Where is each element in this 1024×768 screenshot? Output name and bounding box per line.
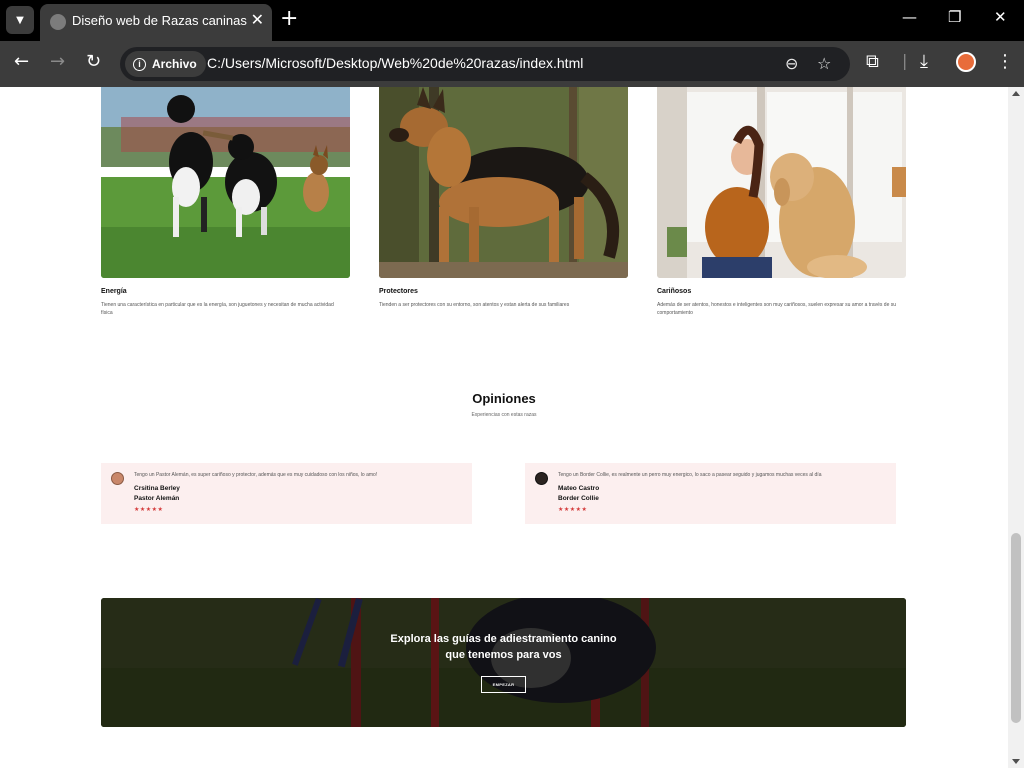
close-icon[interactable]: ✕ xyxy=(251,12,264,28)
scroll-up-arrow-icon[interactable] xyxy=(1012,91,1020,96)
zoom-icon[interactable]: ⊖ xyxy=(785,54,798,73)
info-icon: i xyxy=(133,57,146,71)
banner-title-line2: que tenemos para vos xyxy=(445,649,562,661)
reviewer-breed: Border Collie xyxy=(558,495,599,502)
active-tab[interactable]: Diseño web de Razas caninas ✕ xyxy=(40,4,272,41)
bookmark-star-icon[interactable]: ☆ xyxy=(817,54,831,73)
feature-text: Tienen una característica en particular … xyxy=(101,302,334,316)
browser-toolbar: ← → ↻ i Archivo C:/Users/Microsoft/Deskt… xyxy=(0,41,1024,87)
star-rating: ★★★★★ xyxy=(558,506,588,513)
reviewer-name: Crsitina Berley xyxy=(134,485,180,492)
site-info-label: Archivo xyxy=(152,57,197,71)
feature-text: Tienden a ser protectores con su entorno… xyxy=(379,302,570,308)
review-card: Tengo un Pastor Alemán, es super cariños… xyxy=(101,463,472,524)
tab-title: Diseño web de Razas caninas xyxy=(72,13,247,28)
opinions-heading: Opiniones xyxy=(472,391,536,406)
restore-button[interactable]: ❐ xyxy=(948,8,961,26)
minimize-button[interactable]: — xyxy=(902,8,917,26)
menu-kebab-icon[interactable]: ⋮ xyxy=(996,53,1014,71)
feature-card-energia: Energía Tienen una característica en par… xyxy=(101,87,350,317)
feature-title: Cariñosos xyxy=(657,288,692,295)
avatar xyxy=(535,472,548,485)
site-info-chip[interactable]: i Archivo xyxy=(125,51,206,77)
banner-title-line1: Explora las guías de adiestramiento cani… xyxy=(390,633,617,645)
dogs-playing-image xyxy=(101,87,350,278)
german-shepherd-image xyxy=(379,87,628,278)
url-text[interactable]: C:/Users/Microsoft/Desktop/Web%20de%20ra… xyxy=(207,55,583,71)
opinions-subtitle: Experiencias con estas razas xyxy=(471,412,537,418)
tab-search-button[interactable]: ▼ xyxy=(6,6,34,34)
feature-title: Energía xyxy=(101,288,127,295)
page-viewport: Energía Tienen una característica en par… xyxy=(0,87,1008,768)
address-bar[interactable]: i Archivo C:/Users/Microsoft/Desktop/Web… xyxy=(120,47,850,81)
training-banner: Explora las guías de adiestramiento cani… xyxy=(101,598,906,727)
globe-icon xyxy=(50,14,66,30)
page-scrollbar[interactable] xyxy=(1008,87,1024,768)
back-button[interactable]: ← xyxy=(14,53,29,71)
forward-button[interactable]: → xyxy=(50,53,65,71)
scroll-down-arrow-icon[interactable] xyxy=(1012,759,1020,764)
start-button[interactable]: EMPEZAR xyxy=(481,676,526,693)
reload-button[interactable]: ↻ xyxy=(86,53,101,71)
scroll-thumb[interactable] xyxy=(1011,533,1021,723)
reviewer-name: Mateo Castro xyxy=(558,485,600,492)
new-tab-button[interactable]: + xyxy=(280,8,298,30)
toolbar-divider: | xyxy=(902,51,908,70)
chevron-down-icon: ▼ xyxy=(16,14,24,26)
feature-card-carinosos: Cariñosos Además de ser atentos, honesto… xyxy=(657,87,906,317)
review-card: Tengo un Border Collie, es realmente un … xyxy=(525,463,896,524)
reviewer-breed: Pastor Alemán xyxy=(134,495,180,502)
feature-title: Protectores xyxy=(379,288,418,295)
review-text: Tengo un Pastor Alemán, es super cariños… xyxy=(134,472,378,478)
avatar xyxy=(111,472,124,485)
woman-golden-retriever-image xyxy=(657,87,906,278)
review-text: Tengo un Border Collie, es realmente un … xyxy=(558,472,822,478)
star-rating: ★★★★★ xyxy=(134,506,164,513)
feature-card-protectores: Protectores Tienden a ser protectores co… xyxy=(379,87,628,309)
download-icon[interactable]: ⤓ xyxy=(920,53,928,71)
feature-text: Además de ser atentos, honestos e inteli… xyxy=(657,302,897,316)
window-close-button[interactable]: ✕ xyxy=(994,8,1007,26)
profile-avatar[interactable] xyxy=(956,52,976,72)
browser-tabstrip: ▼ Diseño web de Razas caninas ✕ + — ❐ ✕ xyxy=(0,0,1024,41)
extensions-icon[interactable]: ⧉ xyxy=(866,53,879,71)
banner-title: Explora las guías de adiestramiento cani… xyxy=(101,631,906,663)
